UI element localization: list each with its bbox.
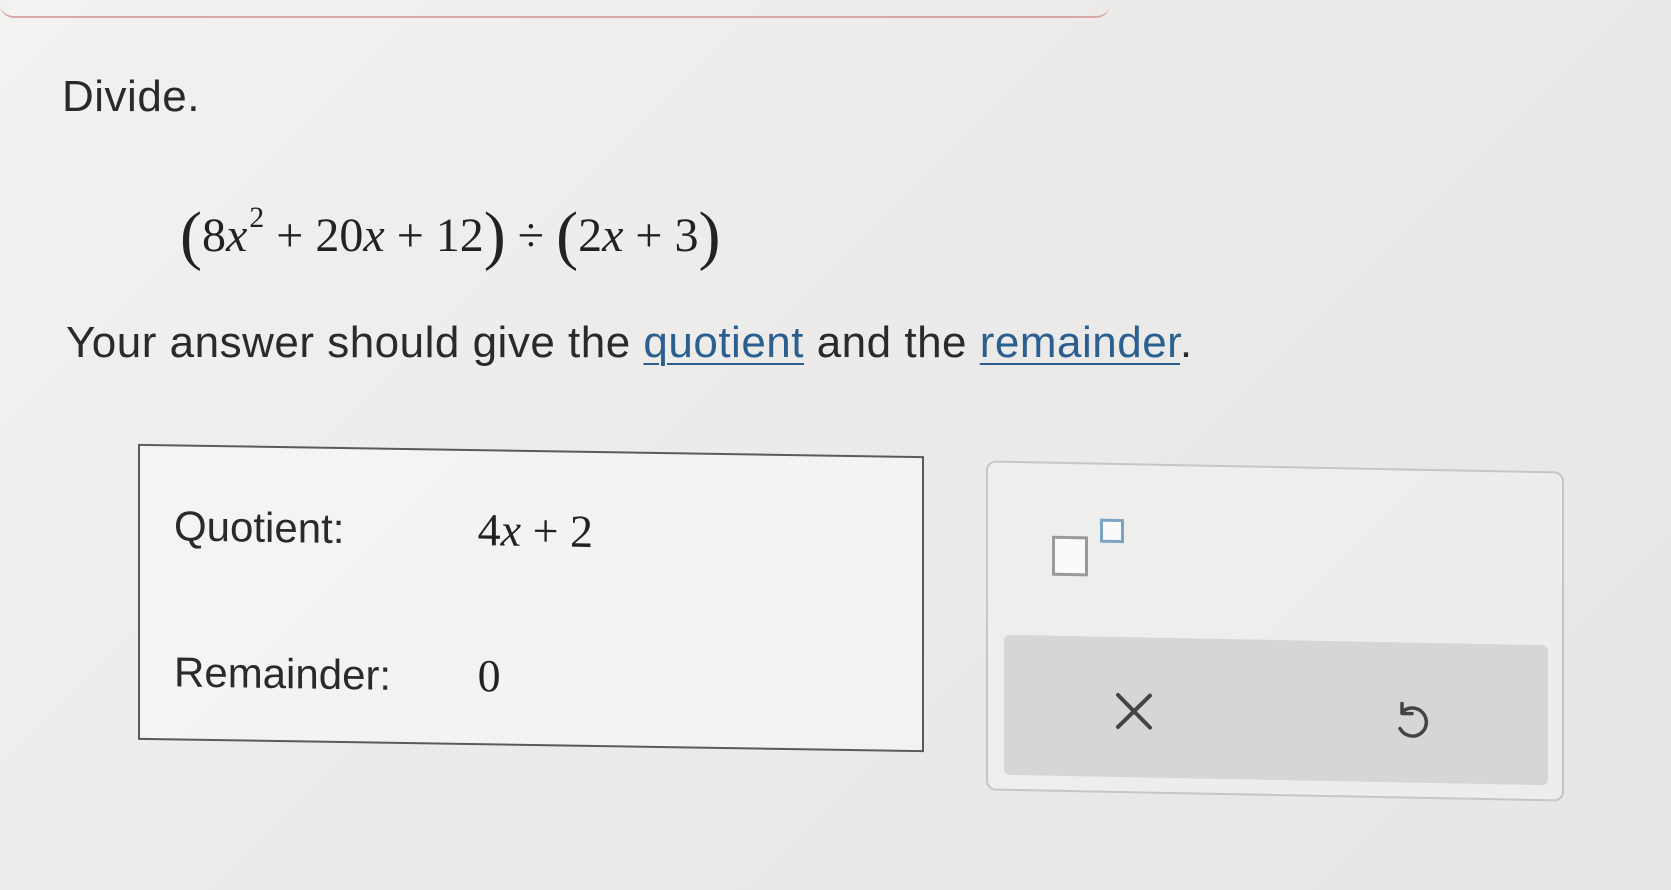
prompt-text-after: . — [1179, 318, 1193, 367]
divisor-constant: 3 — [674, 209, 699, 262]
undo-button[interactable] — [1372, 682, 1452, 764]
divisor-coef: 2 — [578, 209, 603, 262]
math-tool-panel — [986, 460, 1564, 802]
remainder-glossary-link[interactable]: remainder — [980, 318, 1180, 367]
undo-icon — [1398, 701, 1429, 738]
dividend-plus-2: + — [396, 209, 424, 262]
dividend-exponent: 2 — [249, 201, 265, 234]
open-paren: ( — [180, 199, 202, 272]
quotient-op: + — [532, 505, 559, 557]
quotient-coef: 4 — [477, 504, 501, 556]
divisor-plus: + — [635, 209, 663, 262]
prompt-text-before: Your answer should give the — [66, 318, 644, 367]
dividend-constant: 12 — [435, 209, 484, 262]
quotient-label: Quotient: — [174, 502, 345, 553]
exponent-button[interactable] — [1052, 512, 1142, 594]
dividend-var-2: x — [363, 209, 385, 262]
close-paren: ) — [483, 199, 506, 272]
remainder-label: Remainder: — [174, 648, 392, 699]
prompt-text-middle: and the — [803, 318, 980, 367]
dividend-coef-2: 20 — [315, 209, 364, 262]
quotient-constant: 2 — [570, 505, 594, 557]
remainder-input[interactable]: 0 — [478, 650, 501, 701]
exponent-power-box — [1100, 518, 1124, 544]
divisor-var: x — [602, 209, 624, 262]
quotient-input[interactable]: 4x + 2 — [478, 504, 593, 557]
dividend-var-1: x — [225, 209, 248, 262]
divide-sign: ÷ — [517, 209, 545, 262]
close-icon — [1116, 692, 1152, 730]
close-paren-divisor: ) — [698, 199, 721, 272]
quotient-var: x — [500, 504, 522, 556]
answer-prompt: Your answer should give the quotient and… — [66, 318, 1193, 368]
division-expression: (8x2 + 20x + 12) ÷ (2x + 3) — [180, 198, 720, 274]
dividend-plus-1: + — [276, 209, 304, 262]
previous-panel-edge — [0, 0, 1110, 18]
clear-button[interactable] — [1094, 671, 1174, 753]
open-paren-divisor: ( — [556, 199, 579, 272]
action-bar — [1004, 634, 1548, 786]
quotient-glossary-link[interactable]: quotient — [643, 318, 804, 367]
quotient-row: Quotient: 4x + 2 — [174, 498, 593, 558]
remainder-row: Remainder: 0 — [174, 644, 501, 702]
answer-box: Quotient: 4x + 2 Remainder: 0 — [138, 443, 924, 753]
dividend-coef-1: 8 — [201, 209, 226, 262]
exponent-base-box — [1052, 535, 1088, 577]
instruction-text: Divide. — [62, 72, 200, 121]
